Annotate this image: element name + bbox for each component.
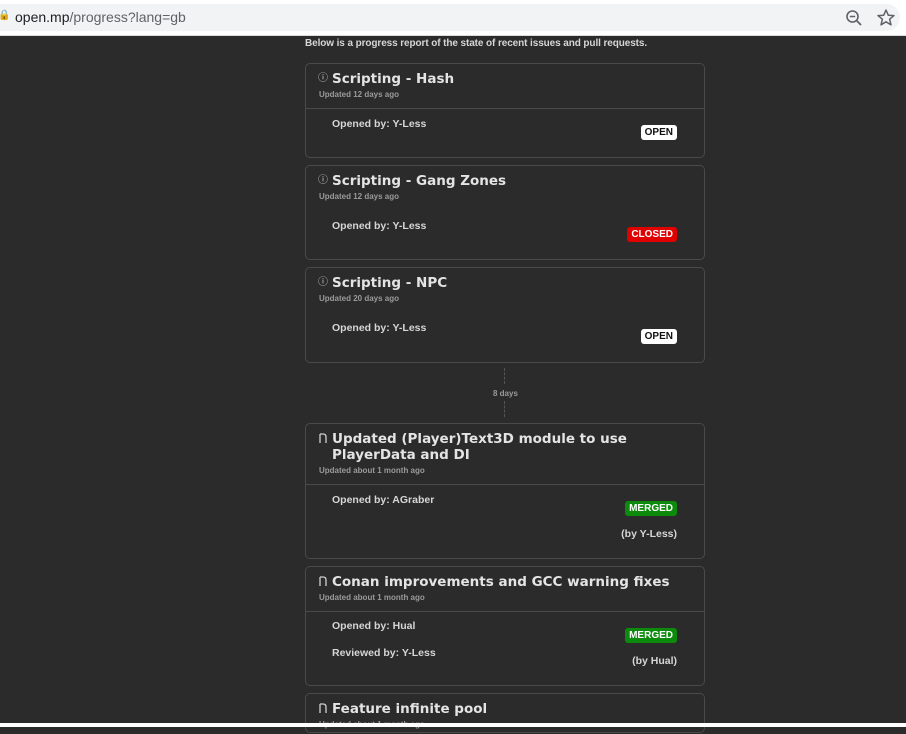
url-path: /progress?lang=gb	[69, 9, 186, 25]
opened-by: Opened by: Y-Less	[332, 322, 427, 334]
timeline-line	[504, 368, 505, 384]
opened-by: Opened by: Y-Less	[332, 220, 427, 232]
pull-request-card[interactable]: Updated (Player)Text3D module to use Pla…	[305, 423, 705, 559]
card-header: Updated (Player)Text3D module to use Pla…	[306, 424, 704, 485]
card-title[interactable]: Scripting - NPC	[332, 275, 692, 291]
opened-by: Opened by: Y-Less	[332, 118, 427, 130]
zoom-out-icon[interactable]	[845, 9, 863, 27]
intro-text: Below is a progress report of the state …	[305, 38, 648, 49]
issue-card[interactable]: ⓘ Scripting - NPC Updated 20 days ago Op…	[305, 267, 705, 363]
status-badge: MERGED	[625, 501, 677, 516]
merged-by: (by Hual)	[632, 655, 677, 667]
issue-icon: ⓘ	[318, 175, 328, 186]
merged-by: (by Y-Less)	[621, 528, 677, 540]
card-header: ⓘ Scripting - Gang Zones Updated 12 days…	[306, 166, 704, 211]
status-badge: OPEN	[640, 329, 677, 344]
url-host: open.mp	[15, 9, 70, 25]
card-header: ⓘ Scripting - Hash Updated 12 days ago	[306, 64, 704, 109]
pull-request-card[interactable]: Conan improvements and GCC warning fixes…	[305, 566, 705, 686]
issue-card[interactable]: ⓘ Scripting - Gang Zones Updated 12 days…	[305, 165, 705, 260]
bottom-strip	[0, 723, 906, 727]
reviewed-by: Reviewed by: Y-Less	[332, 647, 436, 659]
bookmark-star-icon[interactable]	[876, 8, 896, 28]
opened-by: Opened by: Hual	[332, 620, 416, 632]
card-title[interactable]: Scripting - Gang Zones	[332, 173, 692, 189]
issue-icon: ⓘ	[318, 277, 328, 288]
card-updated: Updated 12 days ago	[319, 192, 400, 201]
card-header: Conan improvements and GCC warning fixes…	[306, 567, 704, 612]
card-updated: Updated about 1 month ago	[319, 593, 425, 602]
pull-request-icon	[319, 703, 327, 713]
issue-card[interactable]: ⓘ Scripting - Hash Updated 12 days ago O…	[305, 63, 705, 158]
card-title[interactable]: Scripting - Hash	[332, 71, 692, 87]
card-title[interactable]: Conan improvements and GCC warning fixes	[332, 574, 692, 590]
timeline-line	[504, 401, 505, 417]
timeline-gap-label: 8 days	[493, 389, 518, 398]
issue-icon: ⓘ	[318, 73, 328, 84]
card-title[interactable]: Updated (Player)Text3D module to use Pla…	[332, 431, 692, 463]
status-badge: MERGED	[625, 628, 677, 643]
browser-toolbar: 🔒 open.mp/progress?lang=gb	[0, 0, 906, 36]
card-header: Feature infinite pool Updated about 1 mo…	[306, 694, 704, 734]
status-badge: OPEN	[640, 125, 677, 140]
lock-icon[interactable]: 🔒	[0, 11, 10, 21]
status-badge: CLOSED	[627, 227, 677, 242]
pull-request-icon	[319, 576, 327, 586]
card-updated: Updated about 1 month ago	[319, 466, 425, 475]
card-header: ⓘ Scripting - NPC Updated 20 days ago	[306, 268, 704, 313]
opened-by: Opened by: AGraber	[332, 494, 435, 506]
card-updated: Updated 20 days ago	[319, 294, 400, 303]
url-text[interactable]: open.mp/progress?lang=gb	[15, 9, 186, 25]
card-title[interactable]: Feature infinite pool	[332, 701, 692, 717]
pull-request-card[interactable]: Feature infinite pool Updated about 1 mo…	[305, 693, 705, 733]
card-updated: Updated 12 days ago	[319, 90, 400, 99]
pull-request-icon	[319, 433, 327, 443]
